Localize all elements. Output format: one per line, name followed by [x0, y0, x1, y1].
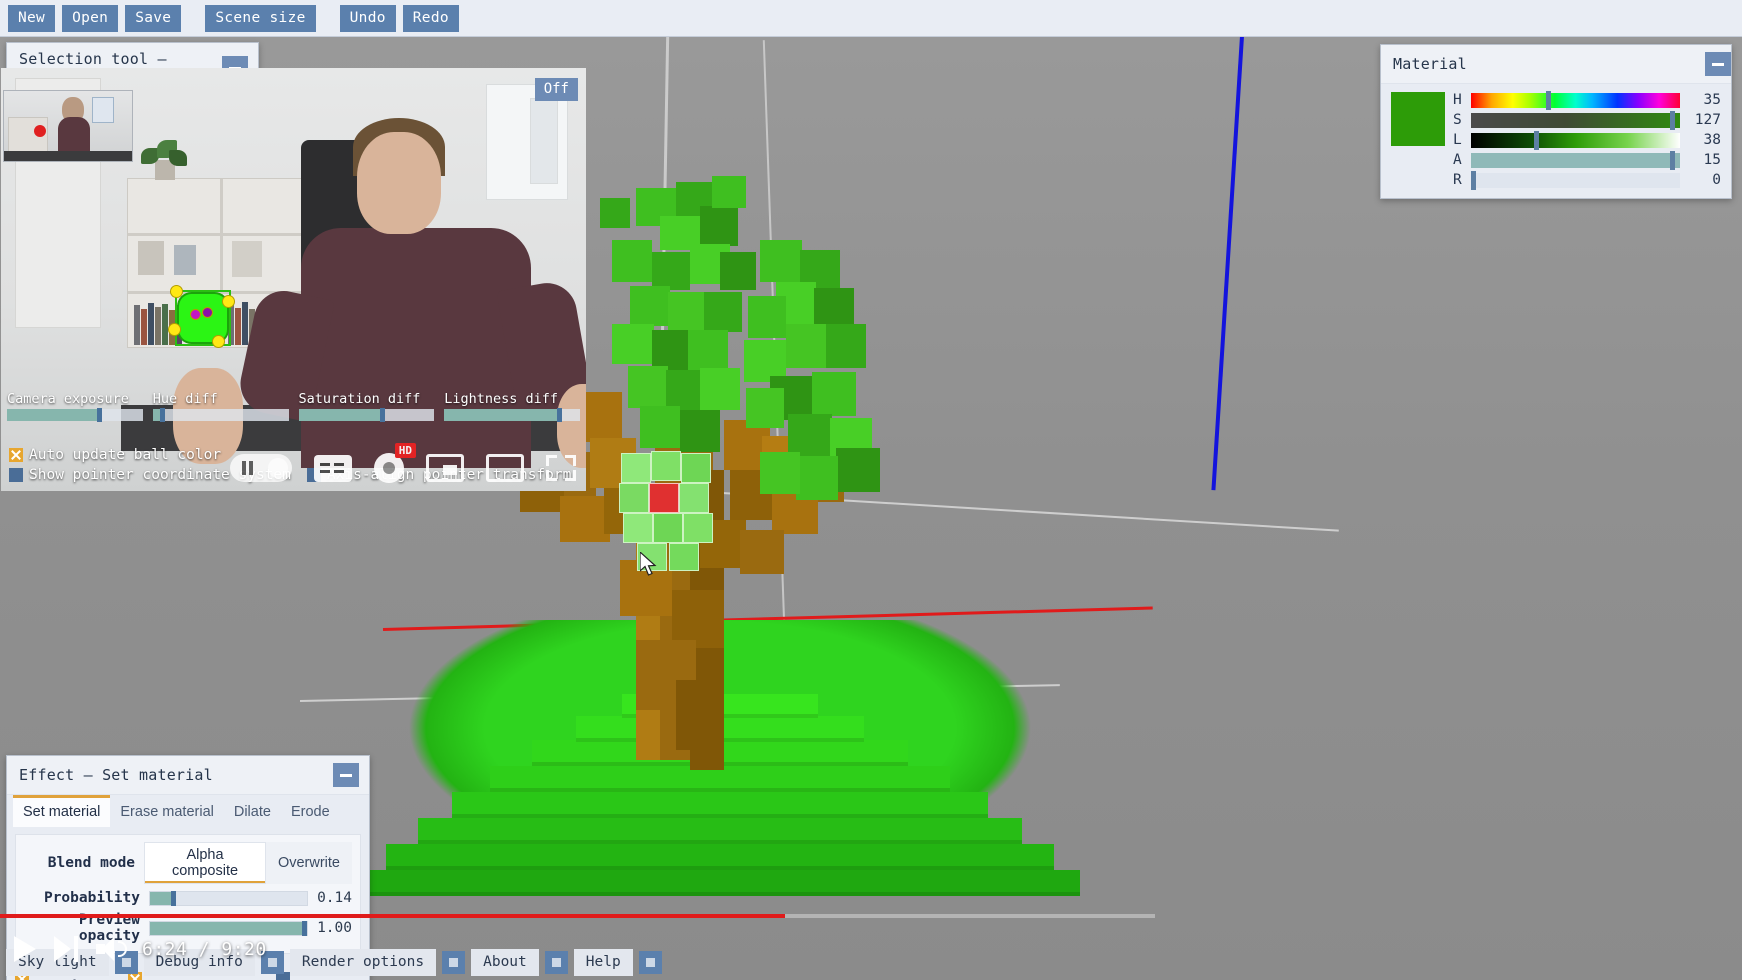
- plant: [139, 124, 189, 180]
- saturation-diff-slider[interactable]: [298, 408, 435, 422]
- probability-label: Probability: [43, 890, 140, 906]
- channel-label-l: L: [1453, 132, 1462, 148]
- probability-value: 0.14: [317, 890, 352, 906]
- lightness-diff-slider[interactable]: [444, 408, 580, 422]
- channel-value-l: 38: [1703, 132, 1721, 148]
- channel-slider-a[interactable]: [1471, 150, 1680, 170]
- ball-corner-marker: [223, 296, 234, 307]
- blend-mode-group: Alpha composite Overwrite: [144, 842, 352, 884]
- channel-label-h: H: [1453, 92, 1462, 108]
- ball-pointer-panel: Ball pointer: On Ball pos: [-0.222, -0.1…: [0, 0, 587, 492]
- ball-center-marker: [191, 310, 200, 319]
- lightness-diff-cell: Lightness diff: [444, 391, 580, 422]
- tab-dilate[interactable]: Dilate: [224, 795, 281, 827]
- webcam-feed[interactable]: Off Camera exposure Hue diff Saturation …: [1, 68, 586, 491]
- channel-slider-s[interactable]: [1471, 110, 1680, 130]
- minimize-icon[interactable]: [333, 763, 359, 787]
- lightness-diff-label: Lightness diff: [444, 391, 559, 407]
- saturation-diff-label: Saturation diff: [298, 391, 421, 407]
- channel-slider-l[interactable]: [1471, 130, 1680, 150]
- blend-mode-label: Blend mode: [47, 855, 136, 871]
- save-button[interactable]: Save: [125, 4, 182, 32]
- material-color-swatch[interactable]: [1391, 92, 1445, 146]
- settings-gear-wrapper[interactable]: HD: [374, 443, 416, 483]
- volume-icon[interactable]: [96, 937, 127, 961]
- tab-erase-material[interactable]: Erase material: [110, 795, 223, 827]
- video-player-controls: 6:24 / 9:20: [0, 918, 1155, 980]
- material-channel-h: H 35: [1453, 90, 1721, 110]
- brush-preview: [618, 450, 738, 571]
- hue-diff-label: Hue diff: [152, 391, 218, 407]
- effect-panel-title: Effect — Set material: [19, 766, 213, 784]
- material-channel-a: A 15: [1453, 150, 1721, 170]
- window-pane: [530, 98, 558, 184]
- mouse-cursor: [640, 552, 657, 576]
- channel-value-h: 35: [1703, 92, 1721, 108]
- blend-overwrite-button[interactable]: Overwrite: [265, 842, 352, 884]
- tab-set-material[interactable]: Set material: [13, 795, 111, 827]
- person-head: [357, 132, 441, 234]
- channel-value-s: 127: [1694, 112, 1721, 128]
- new-button[interactable]: New: [8, 4, 56, 32]
- video-timecode: 6:24 / 9:20: [142, 938, 267, 960]
- tab-erode[interactable]: Erode: [281, 795, 340, 827]
- person-torso: [301, 228, 531, 468]
- material-panel-title: Material: [1393, 55, 1467, 73]
- off-toggle-button[interactable]: Off: [534, 78, 578, 101]
- video-controls-overlay: HD: [230, 443, 576, 483]
- ball-corner-marker: [169, 324, 180, 335]
- main-toolbar: New Open Save Scene size Undo Redo: [0, 0, 1742, 37]
- saturation-diff-cell: Saturation diff: [298, 391, 435, 422]
- material-panel-titlebar: Material: [1381, 45, 1731, 84]
- material-channel-s: S 127: [1453, 110, 1721, 130]
- open-button[interactable]: Open: [62, 4, 119, 32]
- material-panel-body: H 35 S 127 L 38 A 15 R 0: [1381, 84, 1731, 198]
- material-channel-list: H 35 S 127 L 38 A 15 R 0: [1453, 90, 1721, 190]
- camera-exposure-label: Camera exposure: [7, 391, 129, 407]
- channel-label-s: S: [1453, 112, 1462, 128]
- picture-in-picture-icon[interactable]: [426, 454, 464, 482]
- show-pointer-coordinate-system-checkbox[interactable]: [9, 468, 23, 482]
- channel-value-a: 15: [1703, 152, 1721, 168]
- blend-alpha-composite-button[interactable]: Alpha composite: [144, 842, 266, 884]
- pip-preview[interactable]: [3, 90, 133, 162]
- scene-size-button[interactable]: Scene size: [205, 4, 316, 32]
- diff-slider-grid: Camera exposure Hue diff Saturation diff: [7, 391, 580, 422]
- ball-corner-marker: [213, 336, 224, 347]
- probability-slider[interactable]: [149, 890, 309, 906]
- hue-diff-cell: Hue diff: [152, 391, 289, 422]
- channel-slider-h[interactable]: [1471, 90, 1680, 110]
- hue-diff-slider[interactable]: [152, 408, 289, 422]
- auto-update-ball-color-checkbox[interactable]: [9, 448, 23, 462]
- ball-corner-marker: [171, 286, 182, 297]
- channel-value-r: 0: [1712, 172, 1721, 188]
- play-icon[interactable]: [14, 936, 36, 962]
- fullscreen-icon[interactable]: [546, 455, 576, 481]
- pause-toggle-icon[interactable]: [230, 454, 292, 482]
- hd-badge: HD: [394, 443, 416, 458]
- redo-button[interactable]: Redo: [402, 4, 459, 32]
- effect-panel-titlebar: Effect — Set material: [7, 756, 369, 795]
- probability-row: Probability 0.14: [24, 890, 352, 906]
- camera-exposure-cell: Camera exposure: [7, 391, 143, 422]
- next-video-icon[interactable]: [54, 936, 78, 962]
- channel-slider-r[interactable]: [1471, 170, 1680, 190]
- blend-mode-row: Blend mode Alpha composite Overwrite: [24, 842, 352, 884]
- minimize-icon[interactable]: [1705, 52, 1731, 76]
- axis-line-z: [1211, 35, 1244, 491]
- material-channel-l: L 38: [1453, 130, 1721, 150]
- effect-tab-row: Set material Erase material Dilate Erode: [7, 795, 369, 827]
- channel-label-a: A: [1453, 152, 1462, 168]
- material-panel: Material H 35 S 127 L 38 A 15 R 0: [1380, 44, 1732, 199]
- ball-center-marker-secondary: [203, 308, 212, 317]
- auto-update-ball-color-label: Auto update ball color: [29, 447, 222, 463]
- camera-exposure-slider[interactable]: [7, 408, 143, 422]
- undo-button[interactable]: Undo: [339, 4, 396, 32]
- material-channel-r: R 0: [1453, 170, 1721, 190]
- diff-slider-strip: Camera exposure Hue diff Saturation diff: [1, 387, 586, 422]
- subtitles-icon[interactable]: [314, 454, 352, 482]
- channel-label-r: R: [1453, 172, 1462, 188]
- theater-mode-icon[interactable]: [486, 454, 524, 482]
